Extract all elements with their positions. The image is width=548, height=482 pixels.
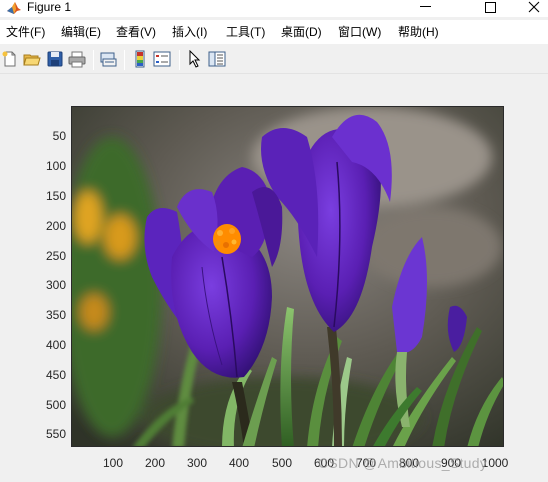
close-button[interactable]: [514, 0, 548, 16]
x-tick-label: 100: [102, 456, 124, 470]
minimize-icon: [419, 6, 431, 7]
menu-window[interactable]: 窗口(W): [338, 25, 381, 39]
y-tick-label: 300: [45, 278, 66, 292]
menu-view[interactable]: 查看(V): [116, 25, 156, 39]
open-icon[interactable]: [23, 50, 41, 68]
y-tick-label: 250: [45, 249, 66, 263]
toolbar: [0, 44, 548, 74]
window-title: Figure 1: [27, 0, 72, 14]
title-bar: Figure 1: [0, 0, 548, 17]
colorbar-icon[interactable]: [131, 50, 149, 68]
maximize-icon: [484, 1, 496, 13]
menu-bar: 文件(F) 编辑(E) 查看(V) 插入(I) 工具(T) 桌面(D) 窗口(W…: [0, 20, 548, 44]
watermark-text: CSDN @Ambitious_Study: [318, 455, 488, 471]
menu-file[interactable]: 文件(F): [6, 25, 45, 39]
toolbar-separator: [124, 50, 125, 70]
y-tick-label: 350: [45, 308, 66, 322]
minimize-button[interactable]: [405, 0, 445, 16]
new-figure-icon[interactable]: [1, 50, 19, 68]
maximize-button[interactable]: [470, 0, 510, 16]
y-tick-label: 500: [45, 398, 66, 412]
y-tick-label: 400: [45, 338, 66, 352]
property-inspector-icon[interactable]: [208, 50, 226, 68]
close-icon: [528, 1, 540, 13]
x-tick-label: 500: [271, 456, 293, 470]
y-tick-label: 450: [45, 368, 66, 382]
menu-tools[interactable]: 工具(T): [226, 25, 265, 39]
x-tick-label: 400: [228, 456, 250, 470]
menu-help[interactable]: 帮助(H): [398, 25, 439, 39]
y-tick-label: 100: [45, 159, 66, 173]
crocus-image: [72, 107, 503, 446]
image-axes[interactable]: [71, 106, 504, 447]
legend-icon[interactable]: [153, 50, 171, 68]
y-tick-label: 150: [45, 189, 66, 203]
pointer-icon[interactable]: [186, 50, 204, 68]
print-icon[interactable]: [68, 50, 86, 68]
x-tick-label: 300: [186, 456, 208, 470]
menu-insert[interactable]: 插入(I): [172, 25, 207, 39]
menu-edit[interactable]: 编辑(E): [61, 25, 101, 39]
save-icon[interactable]: [46, 50, 64, 68]
y-tick-label: 550: [45, 427, 66, 441]
matlab-logo-icon: [7, 2, 21, 14]
menu-desktop[interactable]: 桌面(D): [281, 25, 322, 39]
toolbar-separator: [93, 50, 94, 70]
y-tick-label: 50: [52, 129, 66, 143]
toolbar-separator: [179, 50, 180, 70]
x-tick-label: 200: [144, 456, 166, 470]
y-tick-label: 200: [45, 219, 66, 233]
link-plot-icon[interactable]: [99, 50, 117, 68]
